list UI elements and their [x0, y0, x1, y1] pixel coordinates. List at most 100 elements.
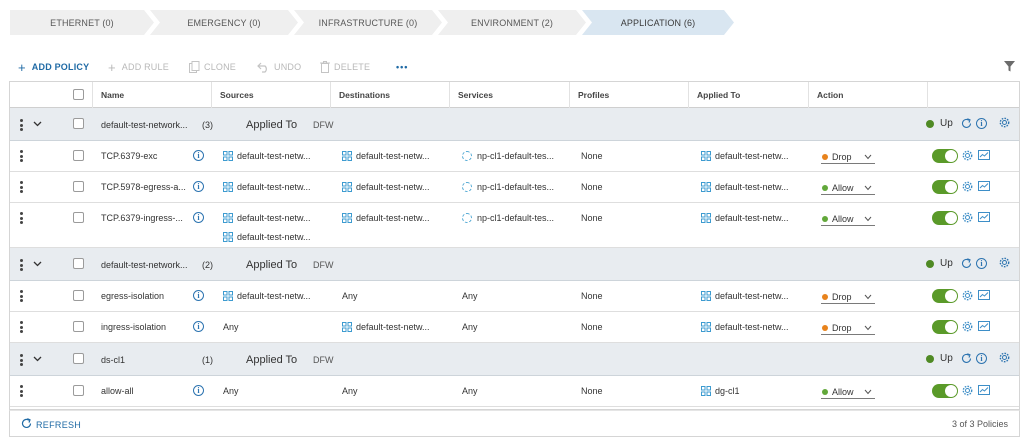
rule-settings-gear-icon[interactable] — [962, 150, 973, 164]
info-icon[interactable]: i — [193, 181, 204, 192]
kebab-menu-icon[interactable] — [20, 212, 23, 226]
rule-enabled-toggle[interactable] — [932, 384, 958, 398]
filter-icon[interactable] — [1004, 61, 1015, 75]
action-dropdown[interactable]: Allow — [821, 385, 875, 399]
rule-enabled-toggle[interactable] — [932, 289, 958, 303]
undo-button[interactable]: UNDO — [257, 60, 301, 74]
delete-button[interactable]: DELETE — [320, 60, 370, 74]
policy-checkbox[interactable] — [73, 118, 84, 129]
rule-checkbox[interactable] — [73, 212, 84, 223]
refresh-status-icon[interactable] — [961, 258, 972, 272]
rule-stats-chart-icon[interactable] — [978, 290, 990, 303]
kebab-menu-icon[interactable] — [20, 259, 23, 273]
info-icon[interactable]: i — [193, 212, 204, 223]
policy-name[interactable]: ds-cl1 — [101, 343, 125, 376]
rule-row[interactable]: egress-isolation i default-test-netw... Any… — [10, 281, 1019, 312]
kebab-menu-icon[interactable] — [20, 181, 23, 195]
rule-checkbox[interactable] — [73, 321, 84, 332]
more-actions-button[interactable]: ••• — [396, 60, 408, 74]
policy-settings-gear-icon[interactable] — [999, 117, 1010, 131]
rule-stats-chart-icon[interactable] — [978, 181, 990, 194]
rule-enabled-toggle[interactable] — [932, 149, 958, 163]
info-icon[interactable]: i — [976, 353, 987, 364]
group-icon — [342, 322, 352, 332]
info-icon[interactable]: i — [976, 118, 987, 129]
rule-checkbox[interactable] — [73, 150, 84, 161]
column-header-sources[interactable]: Sources — [211, 82, 331, 108]
group-icon — [701, 291, 711, 301]
policy-checkbox[interactable] — [73, 353, 84, 364]
tab-infrastructure[interactable]: INFRASTRUCTURE (0) — [294, 10, 442, 35]
column-header-destinations[interactable]: Destinations — [330, 82, 450, 108]
policy-settings-gear-icon[interactable] — [999, 257, 1010, 271]
policy-section-row[interactable]: default-test-network... (3) Applied To DFW U… — [10, 108, 1019, 141]
kebab-menu-icon[interactable] — [20, 354, 23, 368]
column-header-profiles[interactable]: Profiles — [569, 82, 689, 108]
rule-checkbox[interactable] — [73, 290, 84, 301]
policy-name[interactable]: default-test-network... — [101, 108, 188, 141]
info-icon[interactable]: i — [193, 290, 204, 301]
rule-row[interactable]: TCP.5978-egress-a... i default-test-netw..… — [10, 172, 1019, 203]
kebab-menu-icon[interactable] — [20, 119, 23, 133]
tab-emergency[interactable]: EMERGENCY (0) — [150, 10, 298, 35]
rule-settings-gear-icon[interactable] — [962, 385, 973, 399]
select-all-checkbox[interactable] — [73, 89, 84, 100]
status-label: Up — [940, 258, 953, 269]
policy-section-row[interactable]: ds-cl1 (1) Applied To DFW Up i — [10, 343, 1019, 376]
info-icon[interactable]: i — [193, 150, 204, 161]
rule-row[interactable]: allow-all i Any Any Any None dg-cl1 Allow — [10, 376, 1019, 407]
kebab-menu-icon[interactable] — [20, 321, 23, 335]
rule-settings-gear-icon[interactable] — [962, 290, 973, 304]
add-rule-button[interactable]: + ADD RULE — [108, 60, 169, 75]
rule-row[interactable]: TCP.6379-exc i default-test-netw... default… — [10, 141, 1019, 172]
policy-settings-gear-icon[interactable] — [999, 352, 1010, 366]
rule-enabled-toggle[interactable] — [932, 180, 958, 194]
refresh-status-icon[interactable] — [961, 353, 972, 367]
rule-checkbox[interactable] — [73, 385, 84, 396]
tab-ethernet[interactable]: ETHERNET (0) — [10, 10, 154, 35]
rule-row[interactable]: ingress-isolation i Any default-test-netw..… — [10, 312, 1019, 343]
rule-checkbox[interactable] — [73, 181, 84, 192]
column-header-action[interactable]: Action — [808, 82, 928, 108]
rule-row[interactable]: TCP.6379-ingress-... i default-test-netw..… — [10, 203, 1019, 248]
kebab-menu-icon[interactable] — [20, 385, 23, 399]
rule-enabled-toggle[interactable] — [932, 320, 958, 334]
clone-button[interactable]: CLONE — [189, 60, 236, 74]
column-header-name[interactable]: Name — [92, 82, 212, 108]
chevron-down-icon[interactable] — [33, 259, 42, 271]
kebab-menu-icon[interactable] — [20, 290, 23, 304]
rule-stats-chart-icon[interactable] — [978, 321, 990, 334]
tab-environment[interactable]: ENVIRONMENT (2) — [438, 10, 586, 35]
kebab-menu-icon[interactable] — [20, 150, 23, 164]
policy-checkbox[interactable] — [73, 258, 84, 269]
policy-section-row[interactable]: default-test-network... (2) Applied To DFW U… — [10, 248, 1019, 281]
action-dropdown[interactable]: Drop — [821, 290, 875, 304]
rule-enabled-toggle[interactable] — [932, 211, 958, 225]
action-dropdown[interactable]: Allow — [821, 181, 875, 195]
applied-to-entry: default-test-netw... — [701, 211, 789, 225]
rule-settings-gear-icon[interactable] — [962, 181, 973, 195]
tab-application[interactable]: APPLICATION (6) — [582, 10, 734, 35]
rule-stats-chart-icon[interactable] — [978, 212, 990, 225]
rule-settings-gear-icon[interactable] — [962, 212, 973, 226]
rule-stats-chart-icon[interactable] — [978, 150, 990, 163]
action-status-dot — [822, 293, 828, 300]
refresh-status-icon[interactable] — [961, 118, 972, 132]
info-icon[interactable]: i — [193, 321, 204, 332]
info-icon[interactable]: i — [976, 258, 987, 269]
rule-name: TCP.5978-egress-a... — [101, 182, 186, 192]
destination-label: default-test-netw... — [356, 213, 430, 223]
add-policy-button[interactable]: + ADD POLICY — [18, 60, 89, 75]
action-dropdown[interactable]: Drop — [821, 321, 875, 335]
chevron-down-icon[interactable] — [33, 354, 42, 366]
action-dropdown[interactable]: Drop — [821, 150, 875, 164]
info-icon[interactable]: i — [193, 385, 204, 396]
refresh-button[interactable]: REFRESH — [21, 418, 81, 431]
rule-stats-chart-icon[interactable] — [978, 385, 990, 398]
rule-settings-gear-icon[interactable] — [962, 321, 973, 335]
column-header-services[interactable]: Services — [449, 82, 569, 108]
column-header-applied-to[interactable]: Applied To — [688, 82, 808, 108]
action-dropdown[interactable]: Allow — [821, 212, 875, 226]
chevron-down-icon[interactable] — [33, 119, 42, 131]
policy-name[interactable]: default-test-network... — [101, 248, 188, 281]
